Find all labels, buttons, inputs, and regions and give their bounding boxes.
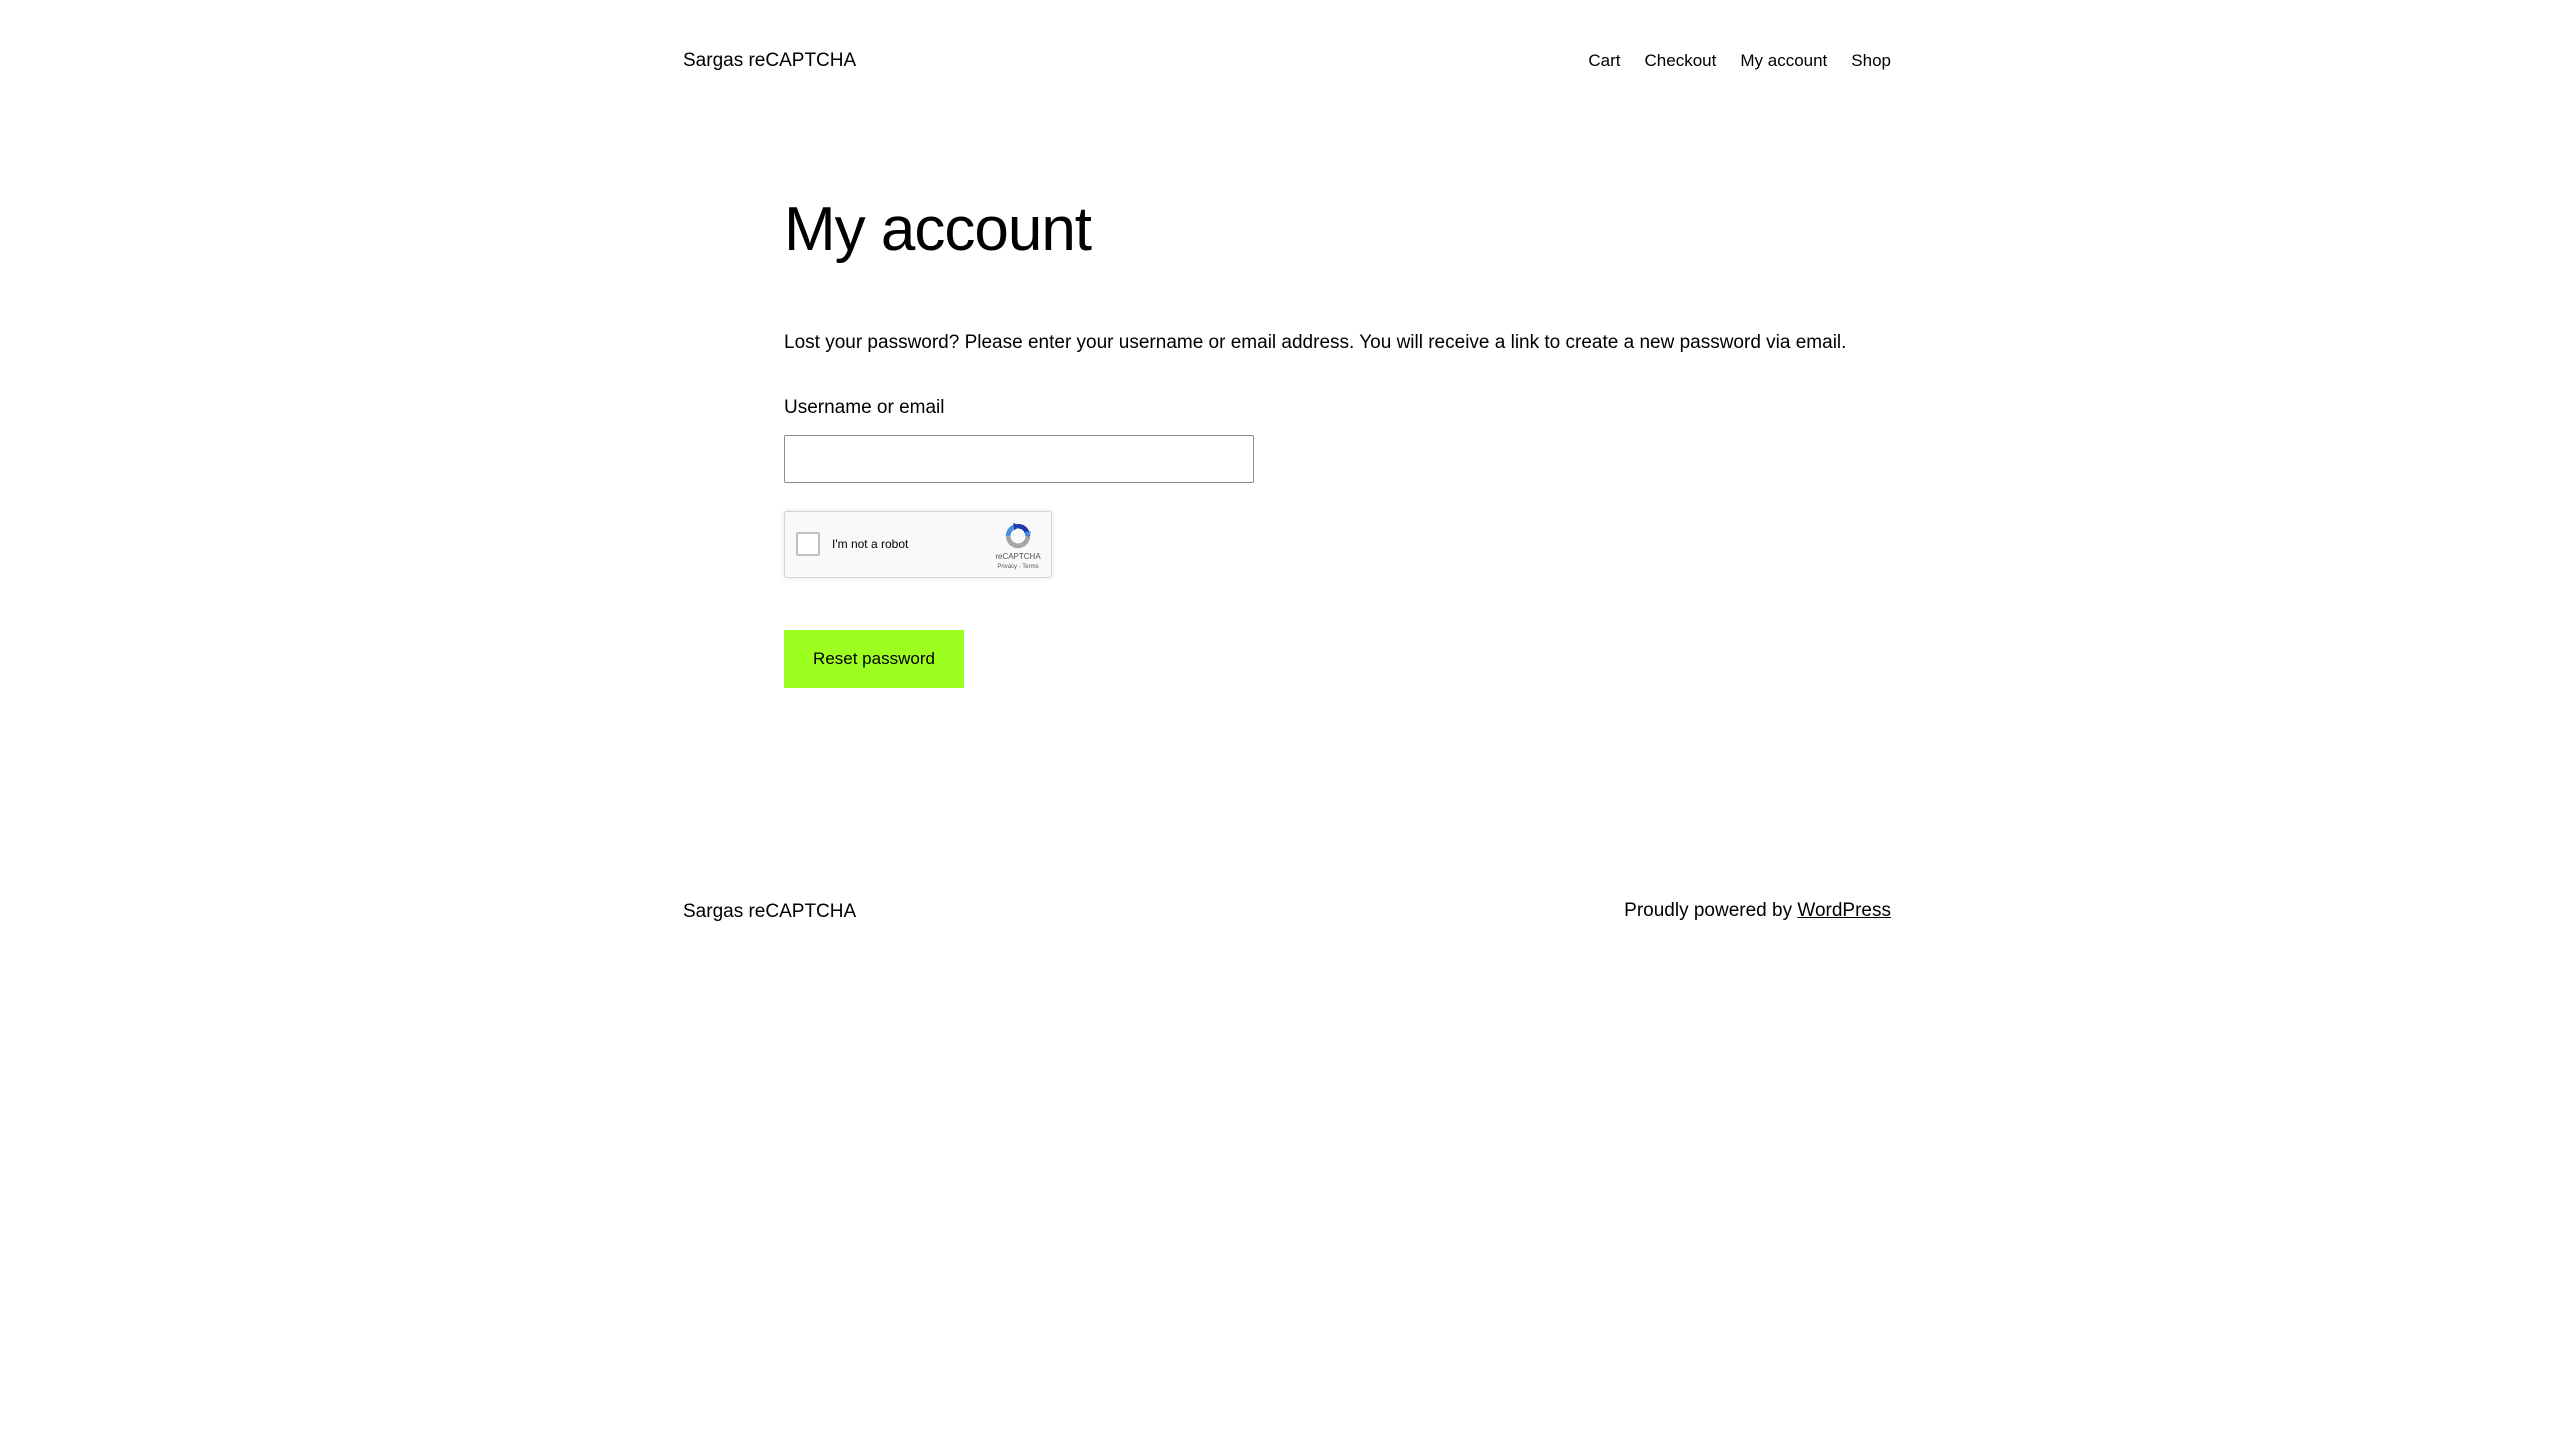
recaptcha-label: I'm not a robot (832, 537, 909, 551)
recaptcha-links: Privacy - Terms (989, 563, 1047, 571)
nav-item-my-account[interactable]: My account (1740, 48, 1827, 74)
username-field-label: Username or email (784, 397, 945, 418)
footer-credit-prefix: Proudly powered by (1624, 900, 1798, 921)
lost-password-instructions: Lost your password? Please enter your us… (784, 332, 1847, 353)
wordpress-link[interactable]: WordPress (1797, 900, 1891, 921)
recaptcha-widget: I'm not a robot reCAPTCHA Privacy - Term… (784, 511, 1052, 578)
page-title: My account (784, 195, 1092, 264)
nav-item-cart[interactable]: Cart (1588, 48, 1620, 74)
reset-password-button[interactable]: Reset password (784, 630, 964, 688)
site-title-link[interactable]: Sargas reCAPTCHA (683, 48, 856, 74)
footer-credit: Proudly powered by WordPress (1624, 898, 1891, 924)
recaptcha-logo-icon (1005, 522, 1032, 549)
main-content: My account Lost your password? Please en… (784, 190, 1846, 688)
recaptcha-brand-text: reCAPTCHA (995, 552, 1041, 561)
primary-nav: Cart Checkout My account Shop (1588, 48, 1891, 74)
footer-site-title[interactable]: Sargas reCAPTCHA (683, 899, 856, 925)
recaptcha-privacy-link[interactable]: Privacy (997, 564, 1017, 570)
nav-item-shop[interactable]: Shop (1851, 48, 1891, 74)
page: Sargas reCAPTCHA Cart Checkout My accoun… (0, 0, 2560, 1440)
nav-item-checkout[interactable]: Checkout (1645, 48, 1717, 74)
username-or-email-input[interactable] (784, 435, 1254, 483)
recaptcha-terms-link[interactable]: Terms (1022, 564, 1038, 570)
recaptcha-checkbox[interactable] (796, 532, 820, 556)
